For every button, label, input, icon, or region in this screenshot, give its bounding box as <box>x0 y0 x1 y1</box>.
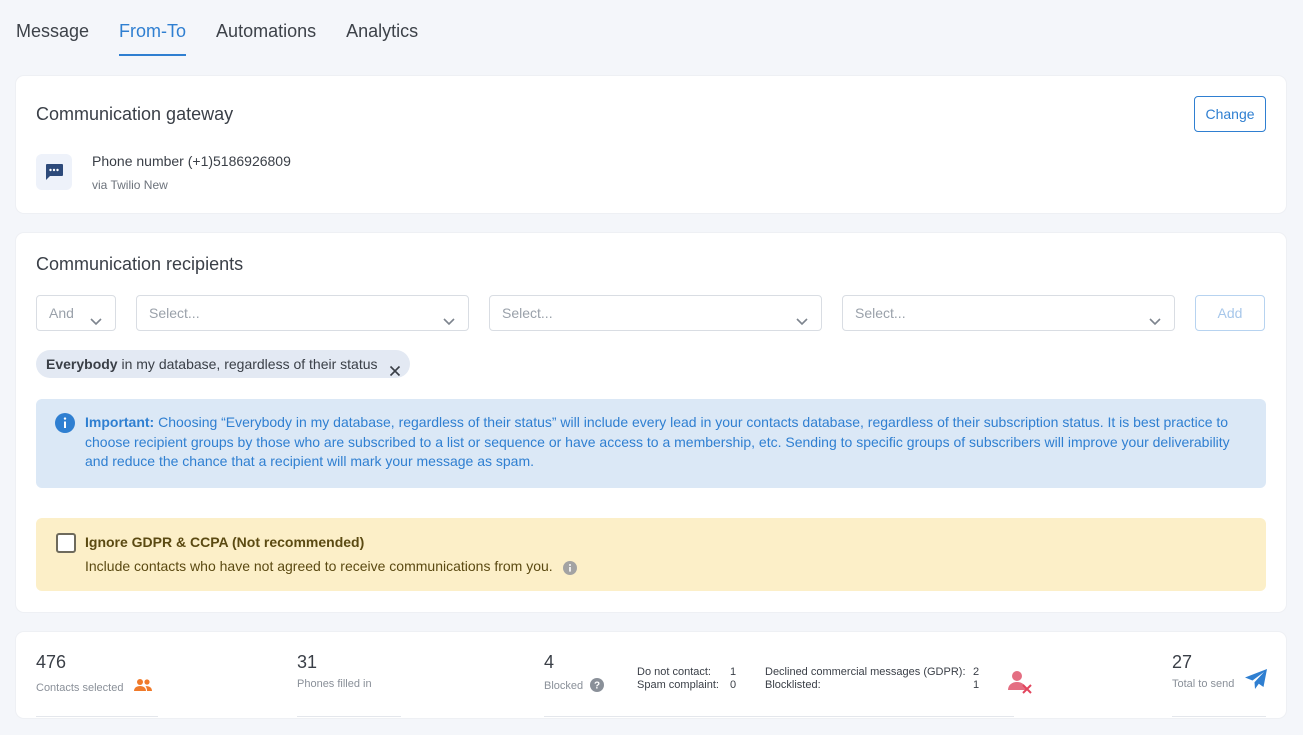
recipient-select-1-placeholder: Select... <box>149 305 200 321</box>
blocked-value: 4 <box>544 652 555 672</box>
tab-message[interactable]: Message <box>16 0 89 56</box>
chevron-down-icon <box>1148 306 1162 340</box>
chip-bold-text: Everybody <box>46 356 118 372</box>
ignore-gdpr-checkbox[interactable] <box>56 533 76 553</box>
gateway-card: Communication gateway Change Phone numbe… <box>16 76 1286 213</box>
important-label: Important: <box>85 414 155 430</box>
blocked-label: Blocked ? <box>544 678 605 692</box>
chevron-down-icon <box>795 306 809 340</box>
tab-analytics[interactable]: Analytics <box>346 0 418 56</box>
chevron-down-icon <box>442 306 456 340</box>
recipient-select-3-placeholder: Select... <box>855 305 906 321</box>
recipients-title: Communication recipients <box>36 254 244 274</box>
operator-select[interactable]: And <box>36 295 116 331</box>
tab-from-to[interactable]: From-To <box>119 0 187 56</box>
info-icon[interactable] <box>563 561 577 580</box>
stats-card: 476 Contacts selected 31 Phones filled i… <box>16 632 1286 718</box>
spam-complaint-value: 0 <box>730 679 737 691</box>
stat-phones-filled: 31 Phones filled in <box>297 652 401 717</box>
spam-complaint-label: Spam complaint: <box>637 679 719 691</box>
tab-automations[interactable]: Automations <box>216 0 316 56</box>
important-info-box: Important: Choosing “Everybody in my dat… <box>36 399 1266 488</box>
blocklisted-label: Blocklisted: <box>765 679 821 691</box>
stat-blocked: 4 Blocked ? <box>544 652 1014 717</box>
contacts-selected-label: Contacts selected <box>36 678 153 694</box>
do-not-contact-label: Do not contact: <box>637 666 711 678</box>
declined-gdpr-value: 2 <box>973 666 980 678</box>
phones-filled-label: Phones filled in <box>297 678 372 690</box>
help-icon[interactable]: ? <box>590 678 605 692</box>
contacts-selected-value: 476 <box>36 652 67 672</box>
close-icon[interactable] <box>389 358 401 386</box>
blocklisted-value: 1 <box>973 679 980 691</box>
gdpr-title: Ignore GDPR & CCPA (Not recommended) <box>85 534 365 550</box>
user-blocked-icon <box>1005 668 1037 703</box>
total-to-send-label: Total to send <box>1172 678 1235 690</box>
recipient-select-2[interactable]: Select... <box>489 295 822 331</box>
send-icon <box>1244 668 1268 695</box>
gdpr-subtitle: Include contacts who have not agreed to … <box>85 558 553 574</box>
important-info-text: Important: Choosing “Everybody in my dat… <box>85 413 1245 472</box>
gdpr-warning-box: Ignore GDPR & CCPA (Not recommended) Inc… <box>36 518 1266 591</box>
gateway-via: via Twilio New <box>92 178 168 192</box>
do-not-contact-value: 1 <box>730 666 737 678</box>
recipient-select-2-placeholder: Select... <box>502 305 553 321</box>
chip-text: in my database, regardless of their stat… <box>117 356 378 372</box>
important-body: Choosing “Everybody in my database, rega… <box>85 414 1230 469</box>
recipients-card: Communication recipients And Select... S… <box>16 233 1286 612</box>
users-icon <box>133 679 152 691</box>
svg-text:?: ? <box>594 681 600 692</box>
chat-bubble-icon <box>36 154 72 190</box>
recipient-select-1[interactable]: Select... <box>136 295 469 331</box>
change-button[interactable]: Change <box>1194 96 1266 132</box>
chevron-down-icon <box>89 306 103 340</box>
stat-total-to-send: 27 Total to send <box>1172 652 1266 717</box>
info-icon <box>55 413 75 438</box>
recipient-select-3[interactable]: Select... <box>842 295 1175 331</box>
phones-filled-value: 31 <box>297 652 318 672</box>
declined-gdpr-label: Declined commercial messages (GDPR): <box>765 666 966 678</box>
total-to-send-value: 27 <box>1172 652 1193 672</box>
stat-contacts-selected: 476 Contacts selected <box>36 652 158 717</box>
operator-value: And <box>49 305 74 321</box>
gateway-phone: Phone number (+1)5186926809 <box>92 153 291 169</box>
recipient-chip: Everybody in my database, regardless of … <box>36 350 410 378</box>
tab-bar: Message From-To Automations Analytics <box>16 0 448 56</box>
add-button[interactable]: Add <box>1195 295 1265 331</box>
gateway-title: Communication gateway <box>36 104 234 124</box>
